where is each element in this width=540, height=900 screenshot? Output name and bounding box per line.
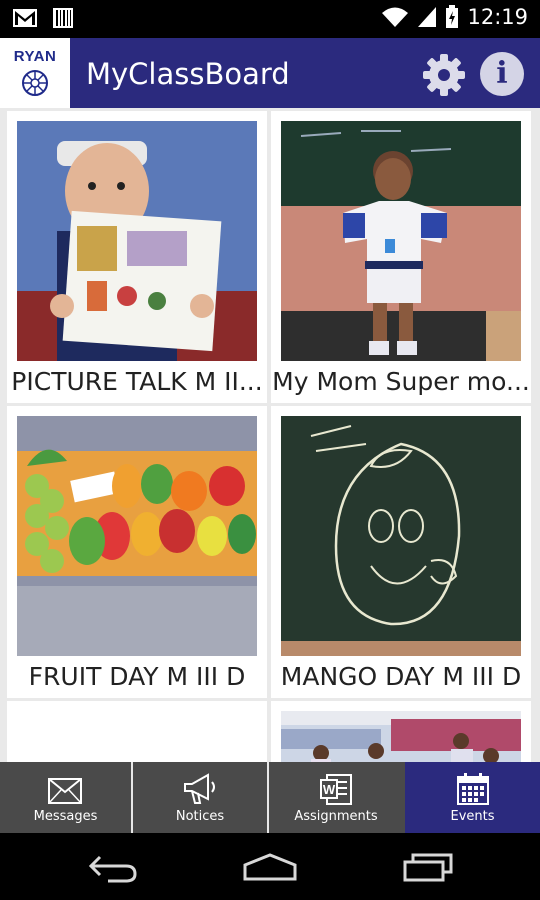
word-document-icon: W bbox=[320, 774, 352, 805]
recent-apps-icon[interactable] bbox=[402, 852, 454, 882]
envelope-icon bbox=[48, 778, 82, 804]
sun-logo-icon bbox=[22, 70, 48, 96]
tab-assignments[interactable]: W Assignments bbox=[269, 762, 403, 833]
ryan-logo[interactable]: RYAN bbox=[0, 38, 70, 108]
tab-label: Notices bbox=[175, 809, 225, 824]
event-card[interactable]: My Mom Super mo... bbox=[271, 111, 531, 403]
status-bar: 12:19 bbox=[0, 0, 540, 38]
svg-text:W: W bbox=[323, 782, 336, 797]
info-icon[interactable]: i bbox=[480, 52, 524, 96]
event-title: My Mom Super mo... bbox=[272, 367, 530, 396]
event-photo-my-mom bbox=[281, 121, 521, 361]
gear-icon[interactable] bbox=[421, 52, 467, 98]
event-photo-classroom bbox=[281, 711, 521, 762]
tab-events[interactable]: Events bbox=[405, 762, 540, 833]
gmail-icon bbox=[13, 9, 37, 27]
event-photo-fruit-day bbox=[17, 416, 257, 656]
app-bar: RYAN MyClassBoard i bbox=[0, 38, 540, 108]
back-icon[interactable] bbox=[88, 853, 138, 883]
signal-icon bbox=[418, 7, 437, 27]
home-icon[interactable] bbox=[242, 852, 298, 882]
event-photo-mango-day bbox=[281, 416, 521, 656]
event-card[interactable]: PICTURE TALK M II... bbox=[7, 111, 267, 403]
event-card[interactable] bbox=[7, 701, 267, 762]
event-card[interactable] bbox=[271, 701, 531, 762]
tab-label: Assignments bbox=[294, 809, 378, 824]
event-card[interactable]: MANGO DAY M III D bbox=[271, 406, 531, 698]
battery-icon bbox=[446, 5, 459, 28]
bottom-tab-bar: Messages Notices W Assignments Events bbox=[0, 762, 540, 833]
event-photo-picture-talk bbox=[17, 121, 257, 361]
tab-label: Messages bbox=[33, 809, 98, 824]
tab-notices[interactable]: Notices bbox=[133, 762, 267, 833]
app-title: MyClassBoard bbox=[86, 57, 290, 91]
system-nav-bar bbox=[0, 833, 540, 900]
events-grid: PICTURE TALK M II... My Mom Super mo... … bbox=[0, 108, 540, 762]
logo-text: RYAN bbox=[13, 48, 57, 65]
barcode-icon bbox=[53, 8, 73, 28]
tab-messages[interactable]: Messages bbox=[0, 762, 131, 833]
event-title: FRUIT DAY M III D bbox=[28, 662, 246, 691]
event-title: MANGO DAY M III D bbox=[280, 662, 522, 691]
calendar-icon bbox=[457, 773, 489, 805]
tab-label: Events bbox=[450, 809, 495, 824]
event-title: PICTURE TALK M II... bbox=[11, 367, 263, 396]
clock: 12:19 bbox=[467, 5, 528, 29]
event-card[interactable]: FRUIT DAY M III D bbox=[7, 406, 267, 698]
megaphone-icon bbox=[184, 773, 215, 804]
wifi-icon bbox=[382, 7, 409, 27]
